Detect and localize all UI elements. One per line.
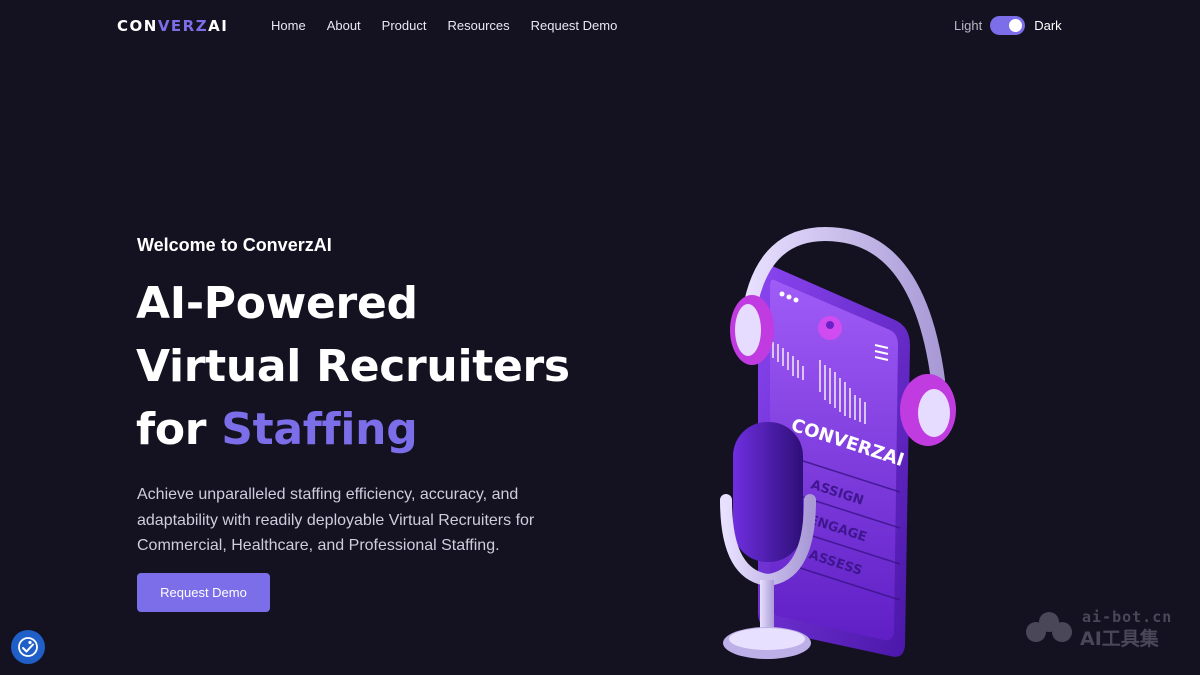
logo-part-1: CON [117, 17, 158, 35]
nav-resources[interactable]: Resources [447, 17, 509, 35]
watermark-logo-icon [1026, 612, 1072, 642]
request-demo-button[interactable]: Request Demo [137, 573, 270, 612]
headline-highlight: Staffing [221, 404, 418, 455]
accessibility-button[interactable] [11, 630, 45, 664]
nav-about[interactable]: About [327, 17, 361, 35]
headline-line-3: for Staffing [136, 398, 636, 461]
headline-line-2: Virtual Recruiters [136, 341, 570, 392]
chat-bubble-icon [818, 316, 842, 340]
watermark-name: AI工具集 [1080, 628, 1159, 650]
nav-home[interactable]: Home [271, 17, 306, 35]
watermark: ai-bot.cn AI工具集 [1024, 608, 1184, 650]
theme-toggle-group: Light Dark [954, 16, 1062, 35]
nav-links: Home About Product Resources Request Dem… [271, 17, 638, 35]
converzai-logo[interactable]: CONVERZAI [117, 17, 228, 35]
light-label: Light [954, 17, 983, 33]
podcast-phone-illustration: CONVERZAI ASSIGN ENGAGE ASSESS [720, 227, 956, 659]
headline-prefix: for [136, 404, 222, 455]
hero-description: Achieve unparalleled staffing efficiency… [137, 486, 535, 554]
headline-line-1: AI-Powered [136, 278, 418, 329]
hero-headline: AI-Powered Virtual Recruiters for Staffi… [136, 272, 636, 461]
theme-toggle[interactable] [990, 16, 1026, 35]
nav-request-demo[interactable]: Request Demo [531, 17, 618, 35]
welcome-heading: Welcome to ConverzAI [137, 235, 332, 255]
accessibility-icon [18, 637, 38, 657]
dark-label: Dark [1034, 17, 1062, 33]
nav-product[interactable]: Product [382, 17, 427, 35]
logo-part-2: VERZ [157, 17, 209, 35]
toggle-knob [1009, 19, 1023, 32]
top-navigation: CONVERZAI Home About Product Resources R… [0, 0, 1200, 52]
logo-part-3: AI [208, 17, 229, 35]
